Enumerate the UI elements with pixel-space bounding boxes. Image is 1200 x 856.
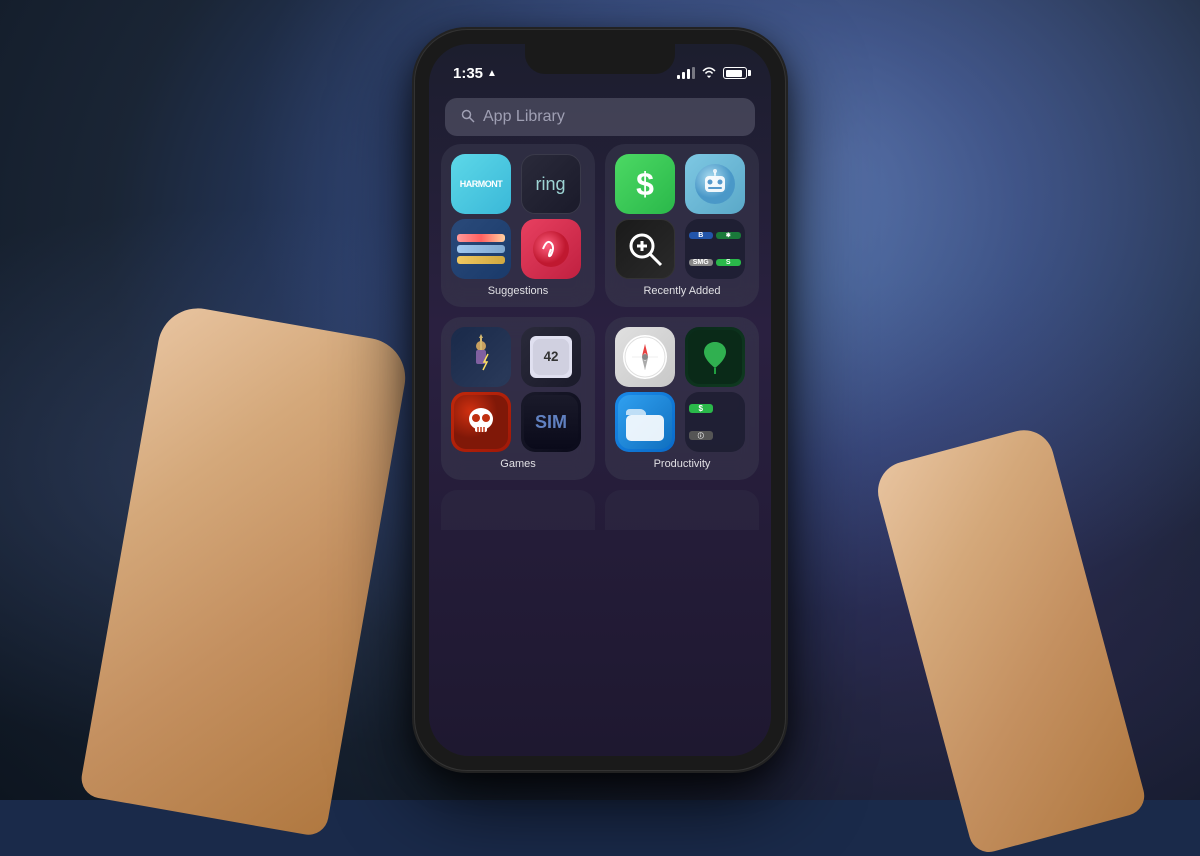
app-skulls[interactable]: [451, 392, 511, 452]
app-grid: HARMONT ring: [429, 144, 771, 480]
suggestions-label: Suggestions: [451, 285, 585, 297]
app-ring[interactable]: ring: [521, 154, 581, 214]
search-bar[interactable]: App Library: [445, 98, 755, 136]
bottom-partial-row: [429, 490, 771, 530]
partial-folder-1: [441, 490, 595, 530]
app-harmony[interactable]: HARMONT: [451, 154, 511, 214]
app-safari[interactable]: [615, 327, 675, 387]
app-dice[interactable]: 42: [521, 327, 581, 387]
recently-added-folder[interactable]: $: [605, 144, 759, 307]
partial-folder-2: [605, 490, 759, 530]
recently-added-apps: $: [615, 154, 749, 279]
app-wallet[interactable]: [451, 219, 511, 279]
app-game1[interactable]: [451, 327, 511, 387]
app-cash[interactable]: $: [615, 154, 675, 214]
search-icon: [461, 109, 475, 126]
status-time: 1:35 ▲: [453, 65, 497, 82]
svg-text:42: 42: [543, 349, 558, 364]
signal-icon: [677, 67, 695, 79]
suggestions-apps: HARMONT ring: [451, 154, 585, 279]
wifi-icon: [701, 66, 717, 81]
phone-screen: 1:35 ▲: [429, 44, 771, 756]
grid-row-1: HARMONT ring: [441, 144, 759, 307]
notch: [525, 44, 675, 74]
app-multi[interactable]: B ✱ SMG S: [685, 219, 745, 279]
productivity-folder[interactable]: $ ⓘ Productivity: [605, 317, 759, 480]
app-search-plus[interactable]: [615, 219, 675, 279]
phone-frame: 1:35 ▲: [415, 30, 785, 770]
app-sim[interactable]: SIM: [521, 392, 581, 452]
app-robinhood[interactable]: [685, 327, 745, 387]
app-bot[interactable]: [685, 154, 745, 214]
app-nova[interactable]: [521, 219, 581, 279]
svg-text:SIM: SIM: [534, 412, 566, 432]
suggestions-folder[interactable]: HARMONT ring: [441, 144, 595, 307]
search-placeholder: App Library: [483, 108, 565, 126]
productivity-apps: $ ⓘ: [615, 327, 749, 452]
battery-icon: [723, 67, 747, 79]
recently-added-label: Recently Added: [615, 285, 749, 297]
location-icon: ▲: [487, 68, 497, 79]
status-icons: [677, 66, 747, 81]
phone-wrapper: 1:35 ▲: [415, 30, 785, 770]
app-files[interactable]: [615, 392, 675, 452]
app-mini-productivity[interactable]: $ ⓘ: [685, 392, 745, 452]
games-apps: 42: [451, 327, 585, 452]
games-label: Games: [451, 458, 585, 470]
productivity-label: Productivity: [615, 458, 749, 470]
games-folder[interactable]: 42: [441, 317, 595, 480]
grid-row-2: 42: [441, 317, 759, 480]
